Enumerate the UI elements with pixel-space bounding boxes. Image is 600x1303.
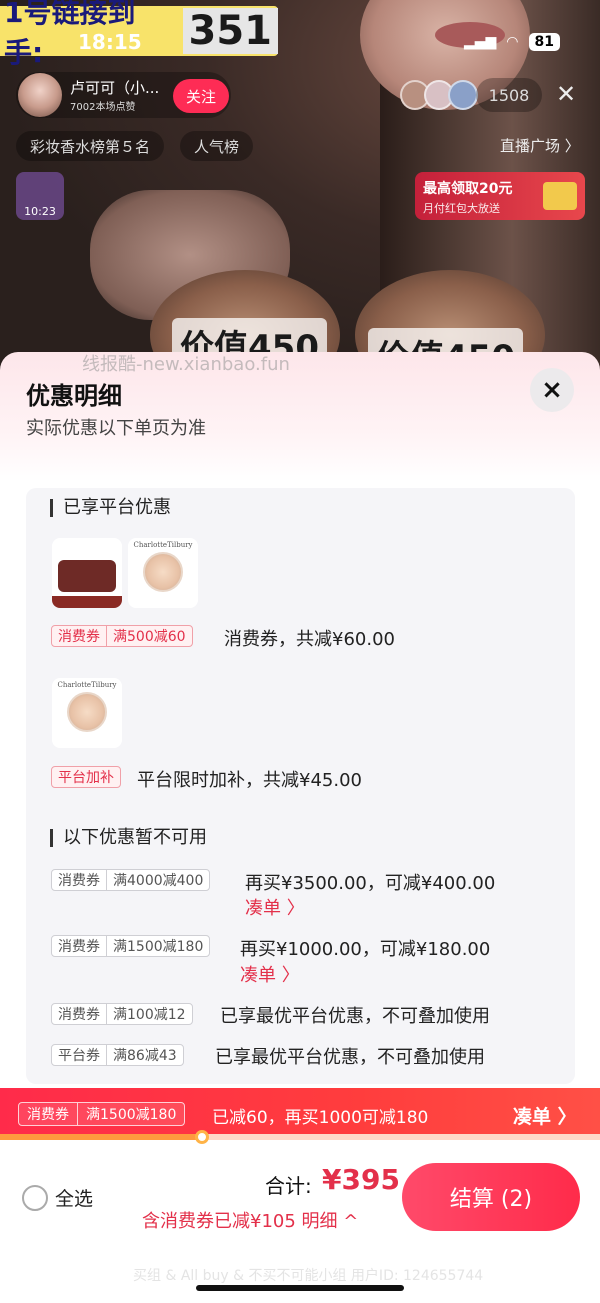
compact-image [143,552,183,592]
status-time: 18:15 [78,30,142,54]
coupon-rule: 满500减60 [106,626,192,646]
coupon-rule: 满100减12 [106,1004,192,1024]
coupon-rule: 满4000减400 [106,870,209,890]
coupon-tag: 消费券 满1500减180 [51,935,211,957]
panel-subtitle: 实际优惠以下单页为准 [26,418,206,439]
coupon-type: 消费券 [58,873,100,889]
red-packet-title: 最高领取20元 [423,181,513,197]
live-plaza-link[interactable]: 直播广场 〉 [500,135,580,156]
product-thumb-compact[interactable]: CharlotteTilbury [128,538,198,608]
coupon-type: 平台券 [58,1048,100,1064]
brand-text: CharlotteTilbury [133,541,193,549]
viewer-avatar[interactable] [448,80,478,110]
bag-banner [52,596,122,608]
battery-icon: 81 [528,33,560,51]
bag-image [58,560,116,592]
select-all-label[interactable]: 全选 [55,1184,93,1211]
coupon-rule: 满1500减180 [106,936,209,956]
progress-knob [195,1130,209,1144]
anchor-likes: 7002本场点赞 [70,102,136,113]
add-on-link[interactable]: 凑单 〉 [245,894,305,920]
coupon-type: 消费券 [58,629,100,645]
watermark: 线报酷-new.xianbao.fun [82,354,290,375]
follow-button[interactable]: 关注 [173,79,229,113]
close-icon: × [541,375,563,405]
signal-icon: ▂▄▆ [463,34,497,50]
red-packet-banner[interactable]: 最高领取20元 月付红包大放送 [415,172,585,220]
coupon-desc: 再买¥1000.00，可减¥180.00 [240,939,491,960]
brand-text: CharlotteTilbury [57,681,117,689]
red-packet-icon [543,182,577,210]
coupon-desc: 再买¥3500.00，可减¥400.00 [245,873,496,894]
coupon-desc: 已享最优平台优惠，不可叠加使用 [220,1006,490,1027]
promo-coupon-tag: 消费券 满1500减180 [18,1102,186,1126]
banner-number: 351 [182,8,278,54]
section-heading-unavailable: 以下优惠暂不可用 [50,829,207,847]
coupon-tag: 消费券 满500减60 [51,625,193,647]
promo-progress-bar [0,1134,600,1140]
promo-rule: 满1500减180 [77,1103,184,1125]
close-panel-button[interactable]: × [530,368,574,412]
section-heading-enjoyed: 已享平台优惠 [50,499,171,517]
promo-type: 消费券 [27,1107,69,1123]
progress-fill [0,1134,204,1140]
panel-title: 优惠明细 [26,382,122,410]
wifi-icon: ◠ [506,34,519,50]
coupon-type: 消费券 [58,939,100,955]
subsidy-tag: 平台加补 [51,766,121,788]
checkout-button[interactable]: 结算 (2) [402,1163,580,1231]
subsidy-type: 平台加补 [58,770,114,786]
coupon-type: 消费券 [58,1007,100,1023]
add-on-link[interactable]: 凑单 〉 [240,961,300,987]
status-icons: ▂▄▆ ◠ 81 [464,33,560,51]
select-all-radio[interactable] [22,1185,48,1211]
promo-text: 已减60，再买1000可减180 [212,1108,429,1128]
coupon-tag: 平台券 满86减43 [51,1044,184,1066]
coupon-tag: 消费券 满100减12 [51,1003,193,1025]
viewer-count[interactable]: 1508 [476,78,542,112]
product-thumb-bag[interactable] [52,538,122,608]
coupon-desc: 消费券，共减¥60.00 [224,629,395,650]
red-packet-sub: 月付红包大放送 [423,202,500,215]
timer-text: 10:23 [24,205,56,218]
timer-badge[interactable]: 10:23 [16,172,64,220]
coupon-tag: 消费券 满4000减400 [51,869,211,891]
saved-detail-link[interactable]: 含消费券已减¥105 明细 ^ [142,1207,358,1233]
coupon-desc: 已享最优平台优惠，不可叠加使用 [215,1047,485,1068]
total-label: 合计: [265,1174,312,1198]
subsidy-desc: 平台限时加补，共减¥45.00 [137,770,362,791]
anchor-avatar[interactable] [18,73,62,117]
total-price: ¥395 [322,1163,400,1196]
home-indicator[interactable] [196,1285,404,1291]
popular-chip[interactable]: 人气榜 [180,131,254,161]
coupon-rule: 满86减43 [106,1045,183,1065]
footer-watermark: 买组 & All buy & 不买不可能小组 用户ID: 124655744 [133,1268,484,1284]
close-live-icon[interactable]: ✕ [556,80,576,108]
product-thumb-compact[interactable]: CharlotteTilbury [52,678,122,748]
compact-image [67,692,107,732]
promo-add-on-link[interactable]: 凑单 〉 [513,1102,577,1129]
anchor-name: 卢可可（小... [70,79,160,97]
rank-chip[interactable]: 彩妆香水榜第５名 [16,131,165,161]
